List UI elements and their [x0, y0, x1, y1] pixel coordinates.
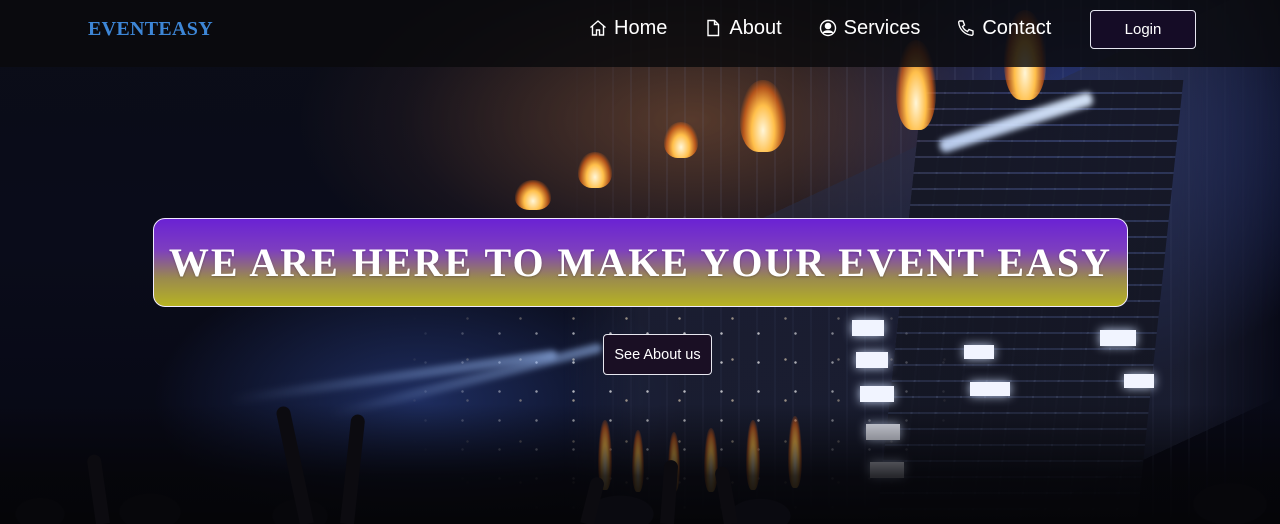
- flame: [578, 152, 612, 188]
- nav-link-label: Home: [614, 16, 668, 39]
- led-panel: [852, 320, 884, 336]
- nav-link-services[interactable]: Services: [818, 14, 921, 42]
- hero-headline: WE ARE HERE TO MAKE YOUR EVENT EASY: [168, 240, 1113, 285]
- led-panel: [860, 386, 894, 402]
- led-panel: [856, 352, 888, 368]
- crowd-silhouette: [0, 404, 1280, 524]
- nav-link-label: Services: [843, 16, 921, 39]
- login-button[interactable]: Login: [1090, 10, 1196, 49]
- led-panel: [1100, 330, 1136, 346]
- led-panel: [964, 345, 994, 359]
- home-icon: [590, 20, 606, 36]
- brand-logo[interactable]: EVENTEASY: [88, 18, 213, 41]
- phone-icon: [958, 20, 975, 37]
- user-circle-icon: [819, 19, 836, 37]
- navbar: EVENTEASY Home About Services Contact Lo…: [0, 0, 1280, 67]
- nav-link-home[interactable]: Home: [588, 14, 667, 42]
- flame: [515, 180, 551, 210]
- see-about-us-button[interactable]: See About us: [603, 334, 712, 375]
- flame: [664, 122, 698, 158]
- nav-link-about[interactable]: About: [703, 14, 782, 42]
- hero-headline-banner: WE ARE HERE TO MAKE YOUR EVENT EASY: [153, 218, 1128, 307]
- nav-links: Home About Services Contact: [588, 14, 1087, 42]
- document-icon: [707, 19, 720, 37]
- nav-link-contact[interactable]: Contact: [956, 14, 1051, 42]
- led-panel: [1124, 374, 1154, 388]
- nav-link-label: Contact: [982, 16, 1052, 39]
- nav-link-label: About: [729, 16, 782, 39]
- led-panel: [970, 382, 1010, 396]
- flame: [740, 80, 786, 152]
